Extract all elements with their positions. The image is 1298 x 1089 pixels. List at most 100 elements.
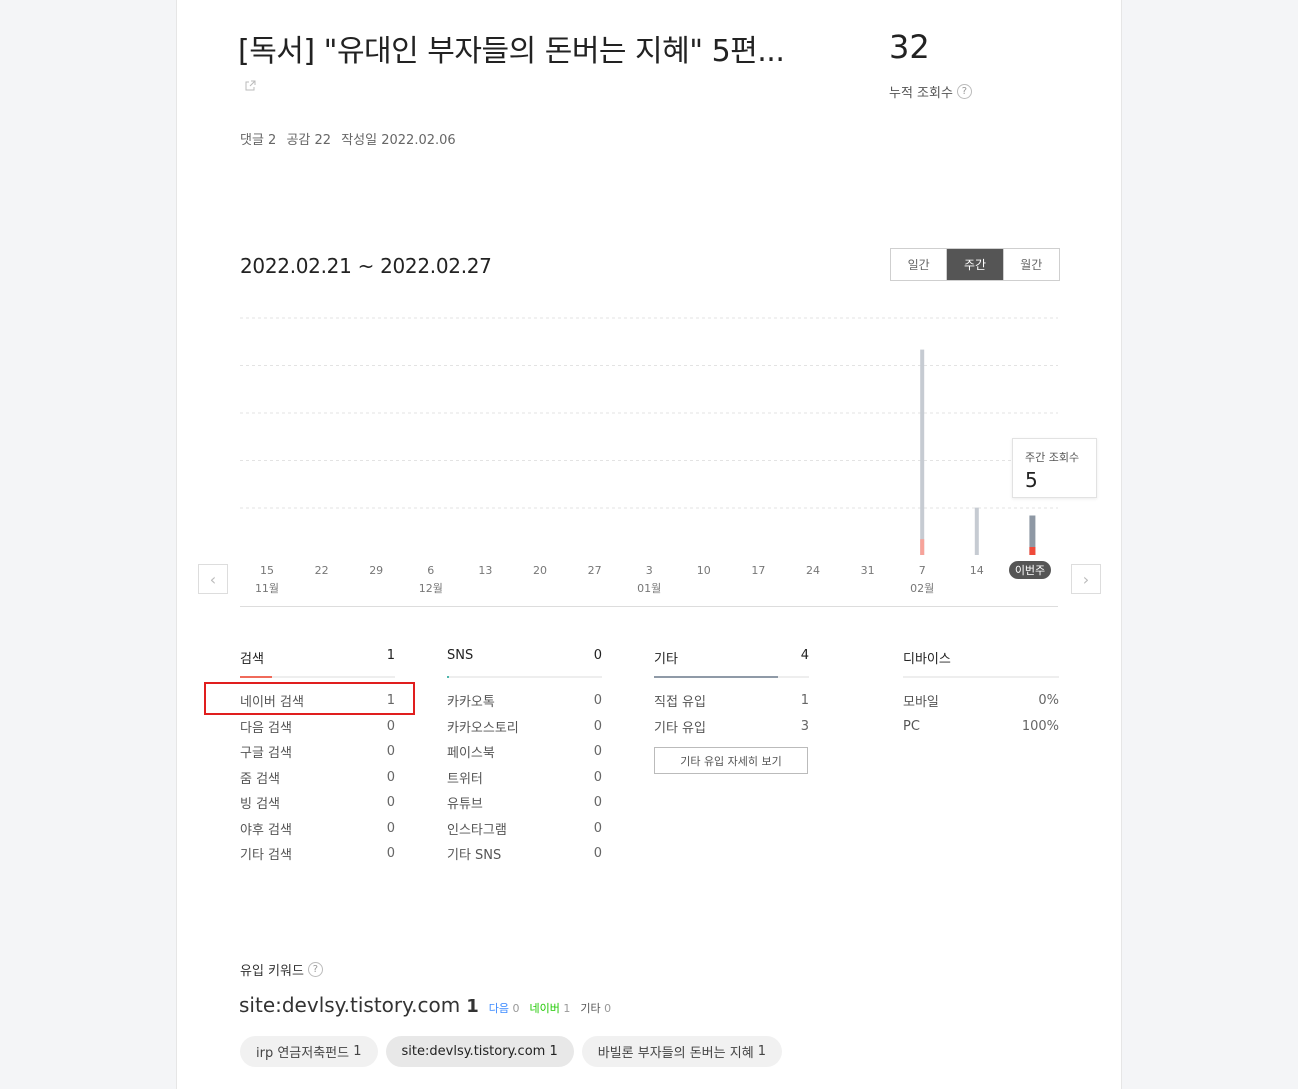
sns-row[interactable]: 인스타그램 0 bbox=[447, 816, 602, 842]
sns-row-value: 0 bbox=[593, 795, 602, 811]
search-active-bar bbox=[240, 676, 272, 678]
sns-stats: SNS 0 카카오톡 0 카카오스토리 0 페이스북 0 트위터 0 유튜브 0 인스타그램 0 기타 … bbox=[447, 648, 602, 867]
search-header[interactable]: 검색 1 bbox=[240, 648, 395, 678]
keyword-chip[interactable]: 바빌론 부자들의 돈버는 지혜 1 bbox=[581, 1036, 783, 1067]
tab-daily[interactable]: 일간 bbox=[891, 249, 946, 280]
tab-weekly[interactable]: 주간 bbox=[946, 249, 1003, 280]
chart-tick-label: 15 bbox=[260, 564, 274, 577]
chart-tick-label: 14 bbox=[970, 564, 984, 577]
sns-row-label: 카카오스토리 bbox=[447, 720, 519, 736]
etc-row[interactable]: 직접 유입 1 bbox=[654, 688, 809, 714]
device-row-value: 0% bbox=[1038, 693, 1059, 709]
keyword-label: 유입 키워드 ? bbox=[240, 960, 323, 979]
chart-month-label: 02월 bbox=[910, 582, 934, 595]
search-row[interactable]: 야후 검색 0 bbox=[240, 816, 395, 842]
chart-divider bbox=[240, 606, 1058, 607]
keyword-chip-label: 바빌론 부자들의 돈버는 지혜 bbox=[597, 1046, 754, 1061]
search-row[interactable]: 빙 검색 0 bbox=[240, 790, 395, 816]
source-etc-label: 기타 bbox=[580, 1002, 601, 1015]
device-row[interactable]: 모바일 0% bbox=[903, 688, 1059, 714]
sns-row-label: 카카오톡 bbox=[447, 695, 495, 711]
like-count: 공감 22 bbox=[286, 133, 332, 148]
chart-tick-label: 10 bbox=[697, 564, 711, 577]
source-naver-label: 네이버 bbox=[529, 1002, 560, 1015]
total-views: 32 bbox=[889, 28, 930, 66]
sns-row[interactable]: 카카오톡 0 bbox=[447, 688, 602, 714]
total-views-label-text: 누적 조회수 bbox=[889, 86, 953, 101]
device-header: 디바이스 bbox=[903, 648, 1059, 678]
stats-panel bbox=[176, 0, 1122, 1089]
search-total: 1 bbox=[386, 648, 395, 663]
keyword-chip[interactable]: irp 연금저축펀드 1 bbox=[240, 1036, 378, 1067]
chart-tick-label: 31 bbox=[861, 564, 875, 577]
post-title[interactable]: [독서] "유대인 부자들의 돈버는 지혜" 5편... bbox=[238, 30, 798, 118]
search-row[interactable]: 다음 검색 0 bbox=[240, 714, 395, 740]
chart-tooltip: 주간 조회수 5 bbox=[1012, 438, 1097, 498]
search-row[interactable]: 구글 검색 0 bbox=[240, 739, 395, 765]
sns-row[interactable]: 카카오스토리 0 bbox=[447, 714, 602, 740]
help-icon[interactable]: ? bbox=[307, 962, 323, 977]
etc-title: 기타 bbox=[654, 652, 678, 667]
keyword-chip-count: 1 bbox=[353, 1044, 362, 1059]
source-naver-count: 1 bbox=[563, 1002, 571, 1015]
chart-next-button[interactable]: › bbox=[1071, 564, 1101, 594]
keyword-chip[interactable]: site:devlsy.tistory.com 1 bbox=[385, 1036, 574, 1067]
source-daum: 다음 0 bbox=[489, 1000, 520, 1016]
search-row-label: 야후 검색 bbox=[240, 822, 292, 838]
keyword-chip-count: 1 bbox=[757, 1044, 767, 1059]
top-keyword-count: 1 bbox=[466, 996, 479, 1017]
sns-row[interactable]: 트위터 0 bbox=[447, 765, 602, 791]
device-row-value: 100% bbox=[1021, 718, 1059, 734]
sns-row[interactable]: 기타 SNS 0 bbox=[447, 841, 602, 867]
etc-row[interactable]: 기타 유입 3 bbox=[654, 714, 809, 740]
post-date: 작성일 2022.02.06 bbox=[341, 133, 456, 148]
etc-row-label: 기타 유입 bbox=[654, 720, 706, 736]
etc-header[interactable]: 기타 4 bbox=[654, 648, 809, 678]
search-row-label: 기타 검색 bbox=[240, 848, 292, 864]
sns-row-value: 0 bbox=[593, 693, 602, 709]
sns-row[interactable]: 유튜브 0 bbox=[447, 790, 602, 816]
search-row-value: 0 bbox=[386, 769, 395, 785]
chart-bar-highlight bbox=[920, 539, 925, 555]
search-row-label: 빙 검색 bbox=[240, 797, 281, 813]
source-naver: 네이버 1 bbox=[529, 1000, 570, 1016]
device-stats: 디바이스 모바일 0% PC 100% bbox=[903, 648, 1059, 739]
search-row[interactable]: 기타 검색 0 bbox=[240, 841, 395, 867]
keyword-label-text: 유입 키워드 bbox=[240, 964, 304, 979]
search-row[interactable]: 줌 검색 0 bbox=[240, 765, 395, 791]
tooltip-value: 5 bbox=[1025, 468, 1038, 492]
chart-prev-button[interactable]: ‹ bbox=[198, 564, 228, 594]
sns-header[interactable]: SNS 0 bbox=[447, 648, 602, 678]
external-link-icon[interactable] bbox=[244, 80, 256, 92]
device-row-label: PC bbox=[903, 718, 920, 734]
keyword-chip-label: site:devlsy.tistory.com bbox=[401, 1044, 546, 1059]
chart-month-label: 11월 bbox=[255, 582, 279, 595]
tab-monthly[interactable]: 월간 bbox=[1002, 249, 1059, 280]
help-icon[interactable]: ? bbox=[956, 84, 972, 99]
source-etc-count: 0 bbox=[604, 1002, 612, 1015]
sns-row-label: 트위터 bbox=[447, 771, 483, 787]
device-row[interactable]: PC 100% bbox=[903, 714, 1059, 740]
keyword-chip-count: 1 bbox=[549, 1044, 558, 1059]
chart-bar bbox=[920, 349, 925, 555]
post-title-text[interactable]: [독서] "유대인 부자들의 돈버는 지혜" 5편... bbox=[238, 34, 785, 69]
chart-tick-label: 17 bbox=[751, 564, 765, 577]
top-keyword-text: site:devlsy.tistory.com bbox=[239, 993, 461, 1017]
current-week-badge[interactable]: 이번주 bbox=[1009, 561, 1051, 579]
search-row-label: 구글 검색 bbox=[240, 746, 292, 762]
sns-row[interactable]: 페이스북 0 bbox=[447, 739, 602, 765]
chart-tick-label: 29 bbox=[369, 564, 383, 577]
chevron-left-icon: ‹ bbox=[209, 569, 217, 589]
etc-detail-button[interactable]: 기타 유입 자세히 보기 bbox=[654, 747, 808, 774]
sns-row-label: 인스타그램 bbox=[447, 822, 507, 838]
search-row-label: 다음 검색 bbox=[240, 720, 292, 736]
tooltip-label: 주간 조회수 bbox=[1025, 451, 1080, 464]
chart-tick-label: 24 bbox=[806, 564, 820, 577]
chart-bar-highlight bbox=[1029, 547, 1036, 555]
period-toggle: 일간 주간 월간 bbox=[890, 248, 1060, 281]
comment-count: 댓글 2 bbox=[240, 133, 277, 148]
etc-row-label: 직접 유입 bbox=[654, 695, 706, 711]
search-row-value: 0 bbox=[386, 718, 395, 734]
etc-total: 4 bbox=[800, 648, 809, 663]
chart-tick-label: 22 bbox=[315, 564, 329, 577]
